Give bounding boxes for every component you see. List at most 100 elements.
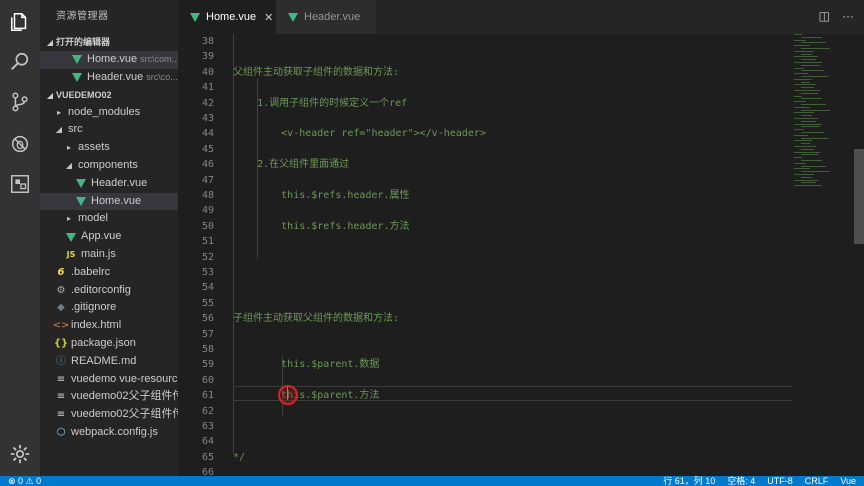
code-area[interactable]: 父组件主动获取子组件的数据和方法: 1.调用子组件的时候定义一个ref <v-h… [233, 34, 793, 476]
open-editor-item[interactable]: Header.vue src\co... [40, 69, 178, 87]
line-number: 49 [201, 205, 214, 217]
file-item[interactable]: ⓘ README.md [40, 353, 178, 371]
gear-icon[interactable] [0, 434, 40, 474]
minimap-line [801, 59, 816, 61]
file-item[interactable]: {} package.json [40, 335, 178, 353]
js-file-icon: JS [66, 249, 76, 259]
minimap-line [794, 129, 804, 131]
editor-actions: ◫ ··· [819, 9, 854, 23]
vue-file-icon [70, 73, 84, 83]
file-item[interactable]: ◆ .gitignore [40, 299, 178, 317]
source-control-icon[interactable] [0, 82, 40, 122]
minimap-line [801, 143, 810, 145]
minimap-line [801, 176, 812, 178]
chevron-right-icon: ▸ [66, 214, 71, 224]
open-editor-name: Header.vue [87, 70, 144, 83]
minimap-line [794, 174, 814, 175]
open-editor-item[interactable]: Home.vue src\com... [40, 51, 178, 69]
split-editor-icon[interactable]: ◫ [819, 9, 830, 23]
line-number: 45 [201, 143, 214, 155]
minimap-line [801, 171, 830, 173]
minimap-line [801, 115, 812, 117]
line-number: 44 [201, 128, 214, 140]
minimap-line [801, 53, 812, 55]
line-number: 64 [201, 436, 214, 448]
minimap-line [801, 120, 816, 122]
project-label: VUEDEMO02 [56, 89, 112, 100]
file-item[interactable]: ≡ vuedemo02父子组件传... [40, 406, 178, 424]
file-item[interactable]: ⚙ .editorconfig [40, 282, 178, 300]
tab-header-vue[interactable]: Header.vue [276, 0, 376, 34]
minimap[interactable] [790, 34, 852, 194]
folder-item[interactable]: ▸ node_modules [40, 104, 178, 122]
open-editors-list: Home.vue src\com... Header.vue src\co... [40, 51, 178, 87]
folder-item[interactable]: ▸ model [40, 210, 178, 228]
vertical-scrollbar[interactable] [852, 34, 864, 476]
text-file-icon: ≡ [56, 391, 66, 403]
code-line: 2.在父组件里面通过 [233, 159, 350, 171]
extensions-icon[interactable] [0, 164, 40, 204]
minimap-line [794, 95, 802, 97]
git-file-icon: ◆ [57, 302, 65, 314]
file-name: vuedemo02父子组件传... [71, 408, 178, 421]
explorer-title: 资源管理器 [56, 11, 109, 22]
minimap-line [794, 140, 812, 142]
minimap-line [794, 50, 814, 52]
file-item[interactable]: App.vue [40, 228, 178, 246]
tab-home-vue[interactable]: Home.vue ✕ [178, 0, 276, 34]
minimap-line [801, 137, 828, 139]
minimap-line [801, 148, 814, 150]
scrollbar-thumb[interactable] [854, 149, 864, 244]
indentation[interactable]: 空格: 4 [727, 476, 755, 486]
file-item[interactable]: ≡ vuedemo vue-resourc... [40, 371, 178, 389]
info-file-icon: ⓘ [56, 355, 66, 367]
search-icon[interactable] [0, 42, 40, 82]
line-number: 46 [201, 159, 214, 171]
close-icon[interactable]: ✕ [264, 11, 273, 24]
file-name: .gitignore [71, 301, 117, 314]
file-item[interactable]: Home.vue [40, 192, 178, 211]
text-file-icon: ≡ [56, 409, 66, 421]
files-icon[interactable] [0, 2, 40, 42]
mouse-cursor-highlight [278, 385, 298, 405]
chevron-down-icon: ◢ [46, 90, 54, 100]
minimap-line [801, 87, 814, 89]
file-name: src [68, 123, 83, 136]
debug-icon[interactable] [0, 124, 40, 164]
file-name: components [78, 158, 138, 171]
more-actions-icon[interactable]: ··· [842, 9, 854, 23]
folder-item[interactable]: ◢ components [40, 157, 178, 175]
minimap-line [801, 76, 828, 77]
folder-item[interactable]: ◢ src [40, 121, 178, 139]
minimap-line [794, 62, 822, 63]
minimap-line [801, 64, 820, 66]
file-item[interactable]: <> index.html [40, 317, 178, 335]
minimap-line [794, 106, 810, 108]
folder-item[interactable]: ▸ assets [40, 139, 178, 157]
config-file-icon: ⚙ [56, 284, 66, 296]
file-item[interactable]: ⬡ webpack.config.js [40, 424, 178, 442]
minimap-line [794, 185, 822, 187]
text-file-icon: ≡ [56, 373, 66, 385]
chevron-down-icon: ◢ [55, 125, 63, 135]
minimap-line [794, 73, 808, 75]
file-item[interactable]: Header.vue [40, 175, 178, 193]
project-header[interactable]: ◢ VUEDEMO02 [40, 87, 178, 104]
chevron-right-icon: ▸ [66, 143, 71, 153]
line-ending[interactable]: CRLF [805, 476, 829, 486]
language-mode[interactable]: Vue [840, 476, 856, 486]
encoding[interactable]: UTF-8 [767, 476, 793, 486]
code-line: 1.调用子组件的时候定义一个ref [233, 97, 408, 109]
problems-count[interactable]: ⊗ 0 ⚠ 0 [8, 476, 41, 486]
line-number: 63 [201, 421, 214, 432]
file-item[interactable]: ≡ vuedemo02父子组件传... [40, 388, 178, 406]
cursor-position[interactable]: 行 61，列 10 [663, 476, 715, 486]
line-number: 55 [201, 297, 214, 309]
minimap-line [801, 126, 820, 128]
file-item[interactable]: 6 .babelrc [40, 264, 178, 282]
open-editors-header[interactable]: ◢ 打开的编辑器 [40, 34, 178, 51]
file-name: model [78, 212, 108, 225]
file-item[interactable]: JS main.js [40, 246, 178, 264]
minimap-line [794, 67, 804, 69]
code-line: */ [233, 451, 246, 463]
